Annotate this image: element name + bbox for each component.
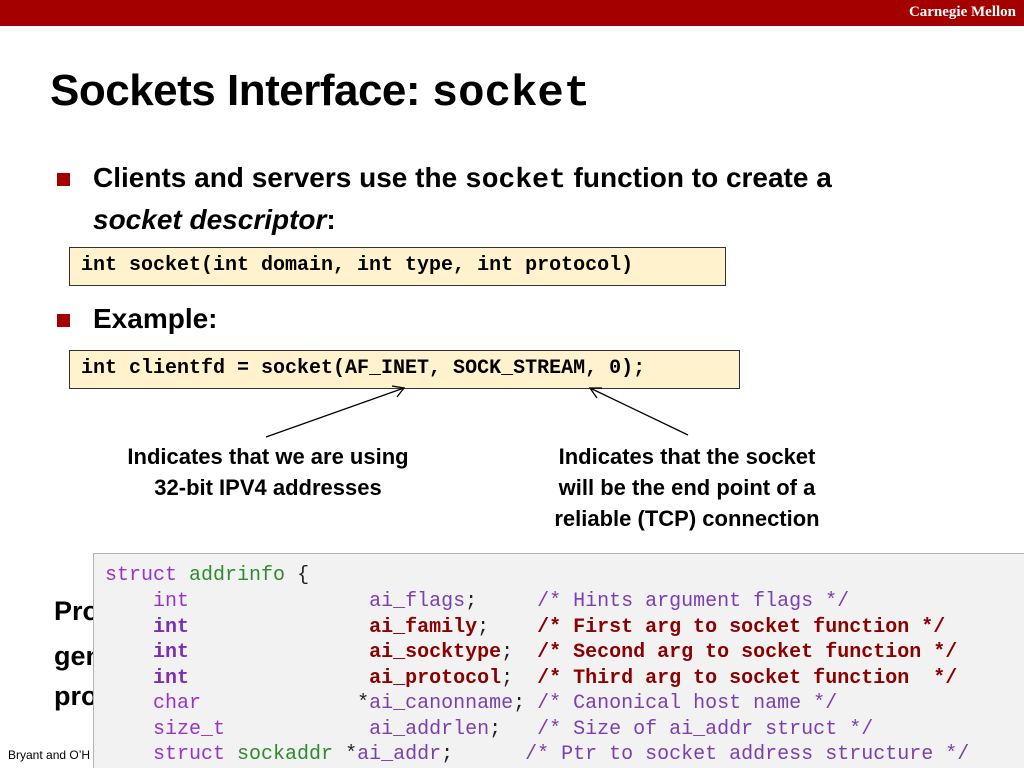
open-brace: { [297,564,310,587]
note-ipv4-line: Indicates that we are using [127,444,409,469]
field-comment: /* Ptr to socket address structure */ [525,743,970,766]
semicolon: ; [477,615,490,639]
field-comment: /* Size of ai_addr struct */ [537,717,874,741]
semicolon: ; [465,590,478,613]
bullet-1-emphasis: socket descriptor [93,204,327,235]
bullet-2-label: Example: [93,303,218,334]
struct-field-line: int ai_flags; /* Hints argument flags */ [105,590,849,616]
field-type: sockaddr [237,743,334,766]
field-comment: /* First arg to socket function */ [537,615,946,639]
field-name: ai_family [369,615,478,639]
title-code: socket [431,69,591,119]
padding [201,692,357,715]
padding [333,743,345,766]
field-comment: /* Hints argument flags */ [537,590,850,613]
field-name: ai_protocol [369,666,502,690]
pointer-marker [357,590,369,613]
padding [189,667,357,690]
semicolon: ; [489,717,502,741]
field-name: ai_socktype [369,641,502,664]
padding [501,718,537,741]
bullet-1-colon: : [326,204,336,235]
pointer-marker: * [357,692,370,715]
note-ipv4: Indicates that we are using 32-bit IPV4 … [117,441,419,503]
pointer-marker [357,718,369,741]
field-name: ai_flags [369,590,466,613]
socket-signature-box: int socket(int domain, int type, int pro… [69,247,726,286]
padding [189,641,357,664]
bullet-marker-1 [57,173,70,186]
bullet-1-line-1: Clients and servers use the socket funct… [93,157,832,202]
struct-field-line: char *ai_canonname; /* Canonical host na… [105,692,837,718]
field-type: int [153,590,190,613]
padding [525,692,537,715]
field-comment: /* Third arg to socket function */ [537,666,958,690]
field-type: int [153,666,190,690]
semicolon: ; [513,692,526,715]
bullet-1-line-2: socket descriptor: [93,199,336,241]
addrinfo-struct-panel: struct addrinfo { int ai_flags; /* Hints… [93,553,1024,768]
arrow-to-sock-stream [588,387,689,436]
pointer-marker: * [345,743,358,766]
brand-label: Carnegie Mellon [908,4,1016,20]
hidden-text-line: pro [54,681,98,711]
socket-example-box: int clientfd = socket(AF_INET, SOCK_STRE… [69,350,740,389]
note-tcp-line: Indicates that the socket [558,444,816,469]
struct-field-line: struct sockaddr *ai_addr; /* Ptr to sock… [105,743,969,768]
bullet-marker-2 [57,314,70,327]
bullet-1-code: socket [464,165,566,196]
note-ipv4-line: 32-bit IPV4 addresses [154,475,382,500]
footer-credit: Bryant and O’H [8,748,91,762]
struct-field-line: int ai_family; /* First arg to socket fu… [105,616,945,642]
pointer-marker [357,641,369,664]
struct-open-line: struct addrinfo { [105,564,309,590]
header-bar: Carnegie Mellon [0,0,1024,26]
struct-field-line: size_t ai_addrlen; /* Size of ai_addr st… [105,718,873,744]
note-tcp-line: reliable (TCP) connection [554,506,820,531]
title-text: Sockets Interface: [50,66,432,115]
padding [225,718,357,741]
padding [489,616,537,639]
struct-name: addrinfo [189,564,286,587]
field-name: ai_addr [357,743,442,766]
note-tcp: Indicates that the socket will be the en… [537,441,837,534]
semicolon: ; [501,641,514,664]
field-type: int [153,615,190,639]
semicolon: ; [441,743,454,766]
pointer-marker [357,667,369,690]
field-name: ai_canonname [369,692,514,715]
padding [513,667,537,690]
field-name: ai_addrlen [369,717,490,741]
note-tcp-line: will be the end point of a [558,475,816,500]
struct-keyword: struct [105,564,178,587]
struct-field-line: int ai_socktype; /* Second arg to socket… [105,641,957,667]
field-type: char [153,692,202,715]
field-comment: /* Second arg to socket function */ [537,641,958,664]
field-comment: /* Canonical host name */ [537,692,838,715]
field-type: int [153,641,190,664]
padding [453,743,525,766]
bullet-1-text: Clients and servers use the [93,162,465,193]
padding [189,590,357,613]
pointer-marker [357,616,369,639]
field-type-keyword: struct [153,743,226,766]
field-type: size_t [153,717,226,741]
semicolon: ; [501,666,514,690]
slide-title: Sockets Interface: socket [50,66,590,119]
padding [189,616,357,639]
padding [477,590,537,613]
padding [513,641,537,664]
arrow-to-af-inet [265,385,406,438]
bullet-1-text-post: function to create a [565,162,832,193]
struct-field-line: int ai_protocol; /* Third arg to socket … [105,667,957,693]
